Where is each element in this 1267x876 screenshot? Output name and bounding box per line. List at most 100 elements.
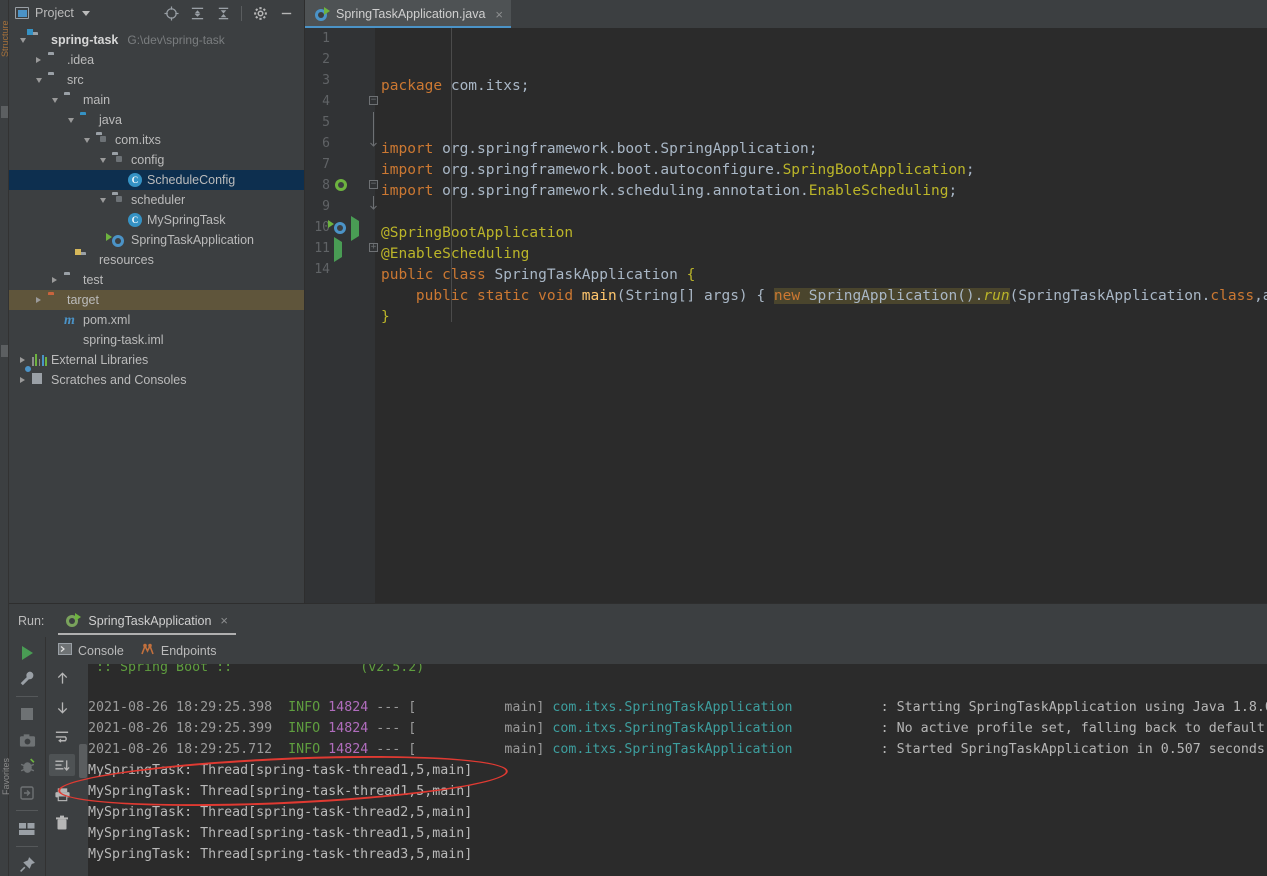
export-icon[interactable] [14,781,40,804]
tree-node-myspringtask[interactable]: C MySpringTask [9,210,304,230]
project-tree[interactable]: spring-task G:\dev\spring-task .idea src mai… [9,27,304,390]
gutter-line-8[interactable]: 8− [305,175,378,196]
run-gutter-icon[interactable] [334,237,342,262]
code-line-4[interactable]: import org.springframework.boot.SpringAp… [381,139,1267,160]
code-line-14[interactable]: } [381,307,1267,328]
tree-node-test[interactable]: test [9,270,304,290]
chevron-down-icon[interactable] [81,135,92,146]
chevron-right-icon[interactable] [33,55,44,66]
scrollbar-thumb[interactable] [79,744,87,778]
tree-node-label: test [83,273,104,287]
tree-node-src[interactable]: src [9,70,304,90]
code-text[interactable]: package com.itxs; import org.springframe… [375,28,1267,604]
code-token: ; [965,162,975,178]
debug-icon[interactable] [14,755,40,778]
pin-icon[interactable] [14,853,40,876]
chevron-right-icon[interactable] [17,355,28,366]
tree-node-spring-task[interactable]: spring-task G:\dev\spring-task [9,29,304,50]
close-icon[interactable]: × [495,7,503,22]
code-line-5[interactable]: import org.springframework.boot.autoconf… [381,160,1267,181]
gutter-line-1[interactable]: 1 [305,28,375,49]
folder-icon [48,53,63,67]
chevron-down-icon[interactable] [17,35,28,46]
wrench-icon[interactable] [14,667,40,690]
chevron-down-icon[interactable] [81,10,90,16]
sub-tab-endpoints[interactable]: Endpoints [140,643,216,659]
gutter-line-7[interactable]: 7 [305,154,375,175]
console-output[interactable]: :: Spring Boot :: (v2.5.2) 2021-08-26 18… [78,664,1267,876]
tree-node-java[interactable]: java [9,110,304,130]
chevron-right-icon[interactable] [33,295,44,306]
console-segment: com.itxs.SpringTaskApplication [552,742,793,757]
chevron-down-icon[interactable] [97,195,108,206]
chevron-right-icon[interactable] [49,275,60,286]
locate-icon[interactable] [163,5,179,21]
scroll-down-icon[interactable] [49,696,75,718]
tree-node-spring-task-iml[interactable]: spring-task.iml [9,330,304,350]
left-tool-strip[interactable]: Structure Favorites [0,0,11,876]
code-line-11[interactable]: public static void main(String[] args) {… [381,286,1267,307]
close-icon[interactable]: × [220,613,228,628]
tree-node-main[interactable]: main [9,90,304,110]
chevron-down-icon[interactable] [97,155,108,166]
chevron-down-icon[interactable] [49,95,60,106]
scroll-to-end-icon[interactable] [49,754,75,776]
tree-node-springtaskapplication[interactable]: SpringTaskApplication [9,230,304,250]
gear-icon[interactable] [252,5,268,21]
gutter-line-6[interactable]: 6 [305,133,377,154]
project-panel-title-group[interactable]: Project [15,6,90,20]
editor-gutter[interactable]: 1 2 3 4− 5 6 7 8− 9 10 11 +14 [305,28,378,604]
code-line-3[interactable] [381,118,1267,139]
code-line-10[interactable]: public class SpringTaskApplication { [381,265,1267,286]
tree-node-external-libraries[interactable]: External Libraries [9,350,304,370]
chevron-down-icon[interactable] [65,115,76,126]
project-panel-header: Project [9,0,304,27]
gutter-line-10[interactable]: 10 [305,216,375,241]
tree-node-resources[interactable]: resources [9,249,304,270]
chevron-right-icon[interactable] [17,375,28,386]
tree-node-target[interactable]: target [9,290,304,310]
tree-node-scheduler[interactable]: scheduler [9,190,304,210]
scroll-up-icon[interactable] [49,667,75,689]
tree-node-com-itxs[interactable]: com.itxs [9,130,304,150]
clear-all-icon[interactable] [49,812,75,834]
code-line-2[interactable] [381,97,1267,118]
print-icon[interactable] [49,783,75,805]
console-left-scrollbar[interactable] [78,664,88,876]
tree-node-scratches-and-consoles[interactable]: Scratches and Consoles [9,365,304,390]
code-token: { [756,288,774,304]
code-line-7[interactable] [381,202,1267,223]
gutter-line-2[interactable]: 2 [305,49,375,70]
code-line-1[interactable]: package com.itxs; [381,76,1267,97]
run-tab-springtaskapplication[interactable]: SpringTaskApplication × [58,604,236,637]
gutter-line-5[interactable]: 5 [305,112,375,133]
gutter-line-11[interactable]: 11 + [305,237,378,262]
tree-node-config[interactable]: config [9,150,304,170]
gutter-line-9[interactable]: 9 [305,196,377,217]
code-line-9[interactable]: @EnableScheduling [381,244,1267,265]
camera-icon[interactable] [14,729,40,752]
editor-tab-springtaskapplication[interactable]: SpringTaskApplication.java × [305,0,511,28]
code-line-6[interactable]: import org.springframework.scheduling.an… [381,181,1267,202]
run-icon[interactable] [14,641,40,664]
console-sub-tabs[interactable]: Console Endpoints [46,637,1267,664]
minimize-icon[interactable] [278,5,294,21]
expand-all-icon[interactable] [189,5,205,21]
tree-node-pom-xml[interactable]: m pom.xml [9,310,304,330]
code-line-8[interactable]: @SpringBootApplication [381,223,1267,244]
soft-wrap-icon[interactable] [49,725,75,747]
chevron-down-icon[interactable] [33,75,44,86]
collapse-all-icon[interactable] [215,5,231,21]
gutter-line-14[interactable]: 14 [305,259,375,280]
code-viewport[interactable]: 1 2 3 4− 5 6 7 8− 9 10 11 +14 package com.itxs; imp… [305,28,1267,604]
run-gutter-icon[interactable] [351,216,359,241]
folder-icon [64,93,79,107]
tree-node--idea[interactable]: .idea [9,50,304,70]
stop-icon[interactable] [14,703,40,726]
console-segment: INFO [272,721,321,736]
sub-tab-console[interactable]: Console [58,643,124,658]
gutter-line-3[interactable]: 3 [305,70,375,91]
tree-node-scheduleconfig[interactable]: C ScheduleConfig [9,170,304,190]
gutter-line-4[interactable]: 4− [305,91,378,112]
layout-icon[interactable] [14,817,40,840]
